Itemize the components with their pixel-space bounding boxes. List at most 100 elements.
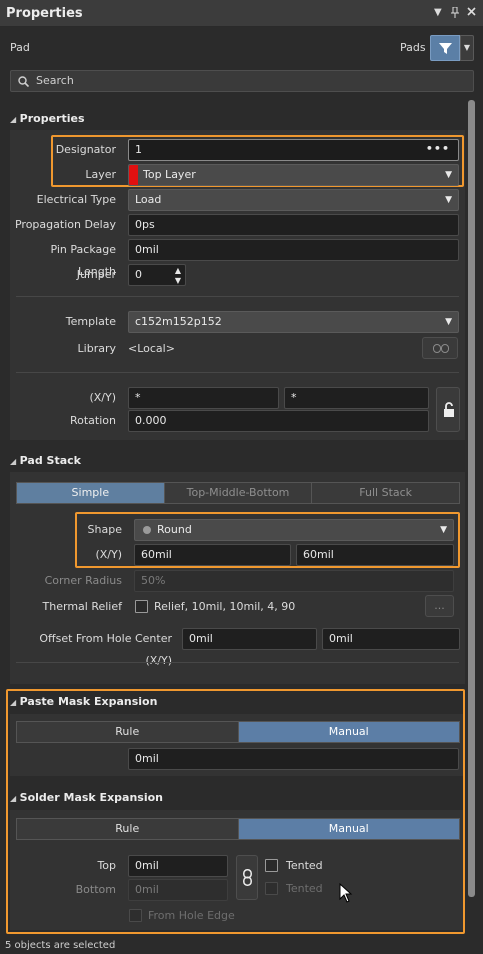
designator-field[interactable]: 1 ••• xyxy=(128,139,459,161)
y-field[interactable]: * xyxy=(284,387,429,409)
lock-button[interactable] xyxy=(436,387,460,432)
tented-top-checkbox[interactable] xyxy=(265,859,278,872)
mode-full-stack[interactable]: Full Stack xyxy=(312,483,459,503)
paste-mode-rule[interactable]: Rule xyxy=(17,722,239,742)
paste-mask-mode-selector[interactable]: Rule Manual xyxy=(16,721,460,743)
panel-title-bar: Properties ▼ xyxy=(0,0,483,27)
solder-mask-mode-selector[interactable]: Rule Manual xyxy=(16,818,460,840)
template-value: c152m152p152 xyxy=(135,315,222,328)
collapse-icon: ◢ xyxy=(10,115,17,124)
pad-x-size-field[interactable]: 60mil xyxy=(134,544,291,566)
jumper-value: 0 xyxy=(135,268,142,281)
pad-stack-mode-selector[interactable]: Simple Top-Middle-Bottom Full Stack xyxy=(16,482,460,504)
pad-stack-section-title: Pad Stack xyxy=(19,454,81,467)
from-hole-edge-checkbox xyxy=(129,909,142,922)
tented-bottom-checkbox xyxy=(265,882,278,895)
collapse-icon: ◢ xyxy=(10,794,17,803)
solder-link-button[interactable] xyxy=(236,855,258,900)
paste-mask-section-title: Paste Mask Expansion xyxy=(19,695,158,708)
propagation-delay-field[interactable]: 0ps xyxy=(128,214,459,236)
electrical-type-value: Load xyxy=(135,193,162,206)
electrical-type-label: Electrical Type xyxy=(36,193,116,206)
template-label: Template xyxy=(65,315,116,328)
rotation-field[interactable]: 0.000 xyxy=(128,410,429,432)
divider xyxy=(16,372,459,373)
layer-color-swatch xyxy=(129,165,138,185)
solder-bottom-label: Bottom xyxy=(75,883,116,896)
designator-value: 1 xyxy=(135,143,142,156)
chain-link-icon xyxy=(243,869,252,886)
tented-top-label: Tented xyxy=(286,859,323,872)
layer-label: Layer xyxy=(85,168,116,181)
designator-label: Designator xyxy=(55,143,116,156)
pad-stack-section-header[interactable]: ◢ Pad Stack xyxy=(10,454,81,467)
rotation-label: Rotation xyxy=(69,414,116,427)
stepper-down-icon[interactable]: ▼ xyxy=(175,271,181,291)
pad-y-size-field[interactable]: 60mil xyxy=(296,544,454,566)
solder-mask-section-header[interactable]: ◢ Solder Mask Expansion xyxy=(10,791,163,804)
status-text: 5 objects are selected xyxy=(5,940,116,951)
layer-dropdown[interactable]: Top Layer ▼ xyxy=(128,164,459,186)
corner-radius-label: Corner Radius xyxy=(44,574,122,587)
electrical-type-dropdown[interactable]: Load ▼ xyxy=(128,189,459,211)
properties-section-header[interactable]: ◢ Properties xyxy=(10,112,85,125)
solder-mode-manual[interactable]: Manual xyxy=(238,819,459,839)
paste-mask-section-header[interactable]: ◢ Paste Mask Expansion xyxy=(10,695,157,708)
filter-scope-label: Pads xyxy=(400,41,426,54)
thermal-relief-label: Thermal Relief xyxy=(42,600,122,613)
vertical-scrollbar[interactable] xyxy=(468,100,475,897)
divider xyxy=(16,662,459,663)
offset-x-field[interactable]: 0mil xyxy=(182,628,317,650)
link-button[interactable] xyxy=(422,337,458,359)
layer-value: Top Layer xyxy=(143,168,196,181)
pin-package-length-field[interactable]: 0mil xyxy=(128,239,459,261)
mode-top-middle-bottom[interactable]: Top-Middle-Bottom xyxy=(165,483,313,503)
xy-label: (X/Y) xyxy=(89,391,116,404)
chevron-down-icon: ▼ xyxy=(440,525,447,535)
paste-mode-manual[interactable]: Manual xyxy=(238,722,459,742)
mouse-cursor-icon xyxy=(339,883,353,903)
solder-top-label: Top xyxy=(97,859,116,872)
solder-bottom-field: 0mil xyxy=(128,879,228,901)
paste-mask-value-field[interactable]: 0mil xyxy=(128,748,459,770)
thermal-relief-value: Relief, 10mil, 10mil, 4, 90 xyxy=(154,600,296,613)
pin-icon[interactable] xyxy=(450,6,460,21)
collapse-icon: ◢ xyxy=(10,457,17,466)
thermal-relief-checkbox[interactable] xyxy=(135,600,148,613)
search-input[interactable]: Search xyxy=(36,74,74,87)
thermal-relief-more-button[interactable]: ... xyxy=(425,595,454,617)
chevron-down-icon: ▼ xyxy=(445,195,452,205)
solder-mode-rule[interactable]: Rule xyxy=(17,819,239,839)
template-dropdown[interactable]: c152m152p152 ▼ xyxy=(128,311,459,333)
x-field[interactable]: * xyxy=(128,387,279,409)
shape-dropdown[interactable]: Round ▼ xyxy=(134,519,454,541)
pad-xy-label: (X/Y) xyxy=(95,548,122,561)
close-icon[interactable] xyxy=(467,7,476,19)
link-icon xyxy=(433,344,449,353)
menu-arrow-icon[interactable]: ▼ xyxy=(434,7,442,18)
more-icon[interactable]: ••• xyxy=(426,139,450,159)
panel-title: Properties xyxy=(6,6,83,21)
library-label: Library xyxy=(77,342,116,355)
offset-label: Offset From Hole Center (X/Y) xyxy=(39,632,172,667)
round-shape-icon xyxy=(143,526,151,534)
object-type-label: Pad xyxy=(10,41,30,54)
jumper-label: Jumper xyxy=(76,268,116,281)
offset-y-field[interactable]: 0mil xyxy=(322,628,460,650)
from-hole-edge-label: From Hole Edge xyxy=(148,909,235,922)
shape-value: Round xyxy=(157,523,192,536)
solder-mask-section-title: Solder Mask Expansion xyxy=(19,791,163,804)
filter-icon xyxy=(439,43,452,54)
search-box[interactable]: Search xyxy=(10,70,474,92)
filter-button[interactable] xyxy=(430,35,460,61)
corner-radius-field: 50% xyxy=(134,570,454,592)
shape-label: Shape xyxy=(87,523,122,536)
propagation-delay-label: Propagation Delay xyxy=(14,218,116,231)
collapse-icon: ◢ xyxy=(10,698,17,707)
filter-dropdown-button[interactable]: ▼ xyxy=(460,35,474,61)
tented-bottom-label: Tented xyxy=(286,882,323,895)
jumper-stepper[interactable]: 0 ▲ ▼ xyxy=(128,264,186,286)
properties-section-title: Properties xyxy=(19,112,85,125)
mode-simple[interactable]: Simple xyxy=(17,483,165,503)
solder-top-field[interactable]: 0mil xyxy=(128,855,228,877)
